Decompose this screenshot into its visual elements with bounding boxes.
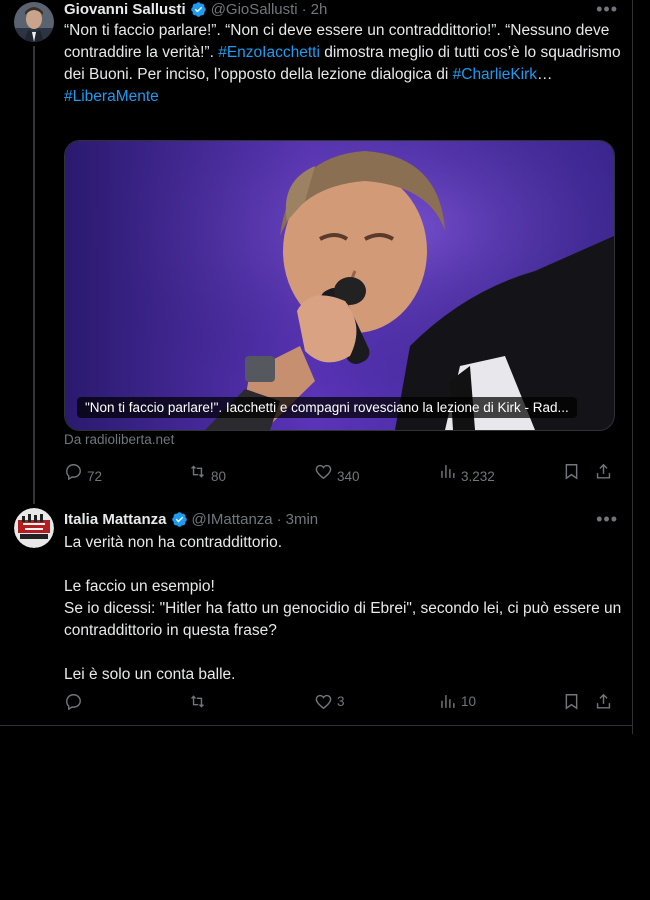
- ellipsis: …: [537, 66, 553, 83]
- avatar[interactable]: [14, 508, 54, 548]
- views-icon: [441, 465, 455, 478]
- text-line: Se io dicessi: "Hitler ha fatto un genoc…: [64, 600, 622, 639]
- views-button[interactable]: 3.232: [438, 462, 495, 484]
- reply-count: 72: [87, 469, 103, 484]
- separator-dot: ·: [301, 0, 307, 18]
- hashtag-link[interactable]: #CharlieKirk: [453, 66, 537, 83]
- share-button[interactable]: [594, 462, 613, 481]
- share-button[interactable]: [594, 692, 613, 711]
- author-handle[interactable]: @GioSallusti: [211, 1, 298, 18]
- bookmark-icon: [565, 694, 578, 710]
- separator-dot: ·: [276, 510, 282, 528]
- repost-icon: [191, 465, 204, 478]
- author-handle[interactable]: @IMattanza: [192, 511, 273, 528]
- tweet-italia-mattanza[interactable]: Italia Mattanza @IMattanza · 3min ••• La…: [0, 500, 632, 726]
- share-icon: [596, 693, 611, 709]
- reply-button[interactable]: 72: [64, 462, 103, 484]
- reply-button[interactable]: [64, 692, 87, 711]
- thread-line: [33, 46, 35, 504]
- author-name[interactable]: Giovanni Sallusti: [64, 1, 186, 18]
- views-icon: [441, 695, 455, 708]
- like-count: 3: [337, 694, 345, 709]
- views-button[interactable]: 10: [438, 692, 476, 711]
- tweet-actions: 72 80 340 3.232: [64, 462, 619, 484]
- avatar[interactable]: [14, 2, 54, 42]
- hashtag-link[interactable]: #LiberaMente: [64, 88, 159, 105]
- text-line: La verità non ha contraddittorio.: [64, 534, 282, 551]
- more-icon[interactable]: •••: [596, 0, 618, 18]
- repost-count: 80: [211, 469, 227, 484]
- text-line: Le faccio un esempio!: [64, 578, 215, 595]
- reply-icon: [66, 464, 81, 481]
- bookmark-button[interactable]: [562, 692, 581, 711]
- bookmark-icon: [565, 464, 578, 480]
- like-icon: [315, 464, 332, 480]
- card-source[interactable]: Da radioliberta.net: [64, 432, 174, 447]
- like-button[interactable]: 340: [314, 462, 360, 484]
- verified-badge-icon: [190, 1, 206, 17]
- card-caption: "Non ti faccio parlare!". Iacchetti e co…: [77, 397, 577, 418]
- timestamp[interactable]: 3min: [286, 511, 319, 528]
- bookmark-button[interactable]: [562, 462, 581, 481]
- repost-icon: [191, 695, 204, 708]
- repost-button[interactable]: 80: [188, 462, 227, 484]
- like-icon: [315, 694, 332, 710]
- tweet-actions: 3 10: [64, 692, 619, 714]
- view-count: 3.232: [461, 469, 495, 484]
- tweet-giovanni-sallusti[interactable]: Giovanni Sallusti @GioSallusti · 2h ••• …: [0, 0, 632, 504]
- timeline: Giovanni Sallusti @GioSallusti · 2h ••• …: [0, 0, 633, 734]
- share-icon: [596, 463, 611, 479]
- link-card[interactable]: "Non ti faccio parlare!". Iacchetti e co…: [64, 140, 615, 431]
- reply-icon: [66, 694, 81, 711]
- tweet-text: La verità non ha contraddittorio. Le fac…: [64, 532, 624, 686]
- like-button[interactable]: 3: [314, 692, 345, 711]
- author-name[interactable]: Italia Mattanza: [64, 511, 167, 528]
- card-image: [65, 141, 614, 430]
- verified-badge-icon: [171, 511, 187, 527]
- tweet-header: Italia Mattanza @IMattanza · 3min: [64, 509, 618, 529]
- more-icon[interactable]: •••: [596, 510, 618, 528]
- text-line: Lei è solo un conta balle.: [64, 666, 236, 683]
- tweet-text: “Non ti faccio parlare!”. “Non ci deve e…: [64, 20, 624, 108]
- like-count: 340: [337, 469, 360, 484]
- view-count: 10: [461, 694, 477, 709]
- repost-button[interactable]: [188, 692, 211, 711]
- hashtag-link[interactable]: #EnzoIacchetti: [218, 44, 320, 61]
- timestamp[interactable]: 2h: [311, 1, 328, 18]
- tweet-header: Giovanni Sallusti @GioSallusti · 2h: [64, 0, 618, 19]
